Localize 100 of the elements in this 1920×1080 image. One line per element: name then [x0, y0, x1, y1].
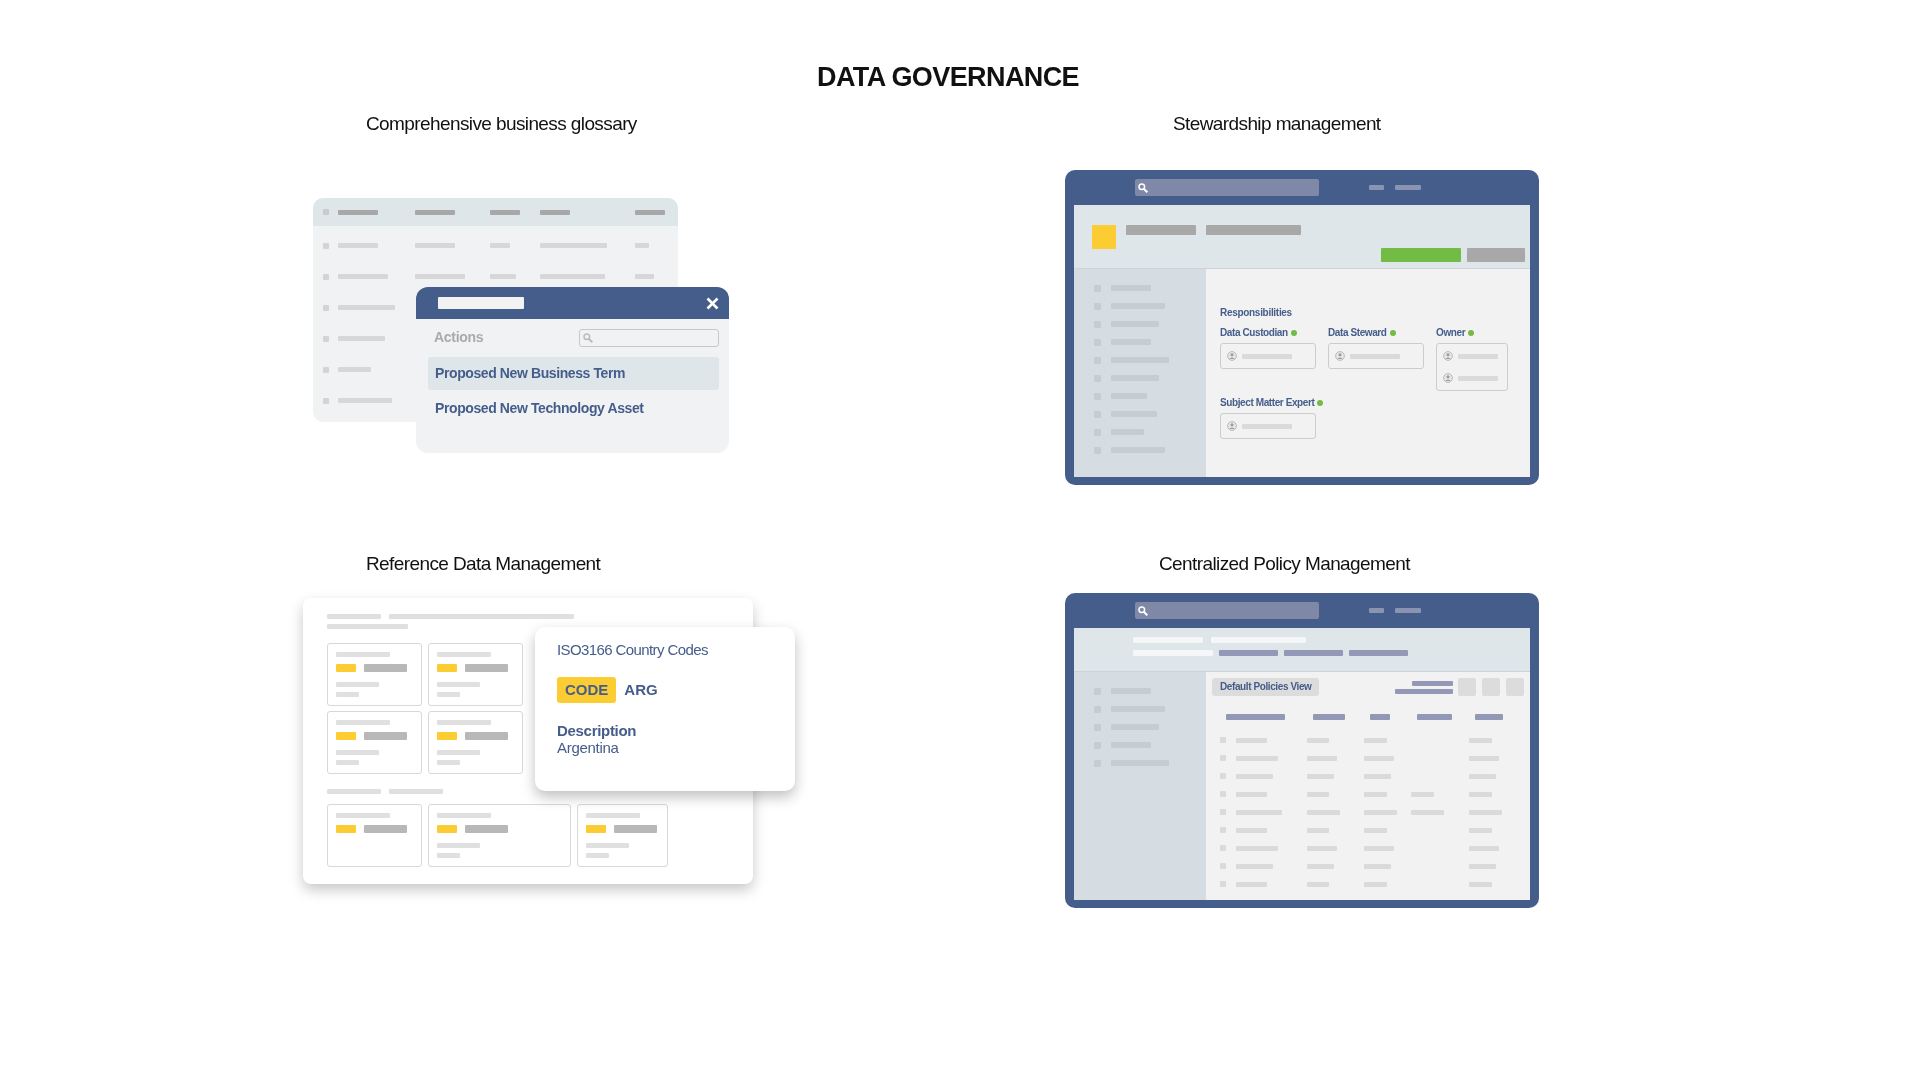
placeholder-bar — [1369, 608, 1384, 613]
placeholder-bar — [1369, 185, 1384, 190]
placeholder-bar — [614, 825, 657, 833]
placeholder-bar — [490, 209, 520, 215]
list-bullet — [323, 242, 329, 249]
action-bar — [1467, 248, 1525, 262]
status-dot — [1290, 330, 1297, 336]
placeholder-bar — [1236, 791, 1267, 797]
placeholder-bar — [490, 274, 516, 279]
placeholder-bar — [1364, 737, 1387, 743]
user-icon — [1335, 351, 1345, 361]
placeholder-bar — [586, 843, 629, 848]
placeholder-bar — [1469, 809, 1502, 815]
placeholder-bar — [586, 813, 640, 818]
role-label: Data Steward — [1328, 327, 1387, 339]
placeholder-bar — [338, 336, 385, 341]
placeholder-bar — [1307, 881, 1329, 887]
column-header-bar — [1226, 714, 1285, 720]
search-field[interactable] — [579, 328, 719, 347]
placeholder-bar — [1364, 791, 1387, 797]
placeholder-bar — [1307, 755, 1337, 761]
menu-item[interactable]: Proposed New Technology Asset — [428, 392, 719, 425]
placeholder-bar — [437, 720, 491, 725]
placeholder-bar — [338, 367, 371, 372]
placeholder-bar — [1236, 755, 1278, 761]
placeholder-bar — [338, 274, 388, 279]
placeholder-bar — [437, 853, 460, 858]
tag-bar — [437, 732, 457, 740]
placeholder-bar — [336, 682, 379, 687]
list-bullet — [1220, 737, 1226, 743]
placeholder-bar — [1236, 845, 1278, 851]
placeholder-bar — [1350, 353, 1400, 359]
placeholder-bar — [1236, 809, 1282, 815]
status-dot — [1317, 400, 1324, 406]
placeholder-bar — [1458, 375, 1498, 381]
person-field[interactable] — [1436, 343, 1508, 391]
menu-item[interactable]: Proposed New Business Term — [428, 357, 719, 390]
user-icon — [1443, 373, 1453, 383]
actions-label: Actions — [433, 328, 484, 347]
role-label: Subject Matter Expert — [1220, 397, 1315, 409]
placeholder-bar — [540, 243, 607, 248]
placeholder-bar — [1307, 791, 1329, 797]
list-bullet — [1220, 755, 1226, 761]
placeholder-bar — [1219, 650, 1278, 656]
placeholder-bar — [327, 614, 381, 619]
placeholder-bar — [336, 692, 359, 697]
tag-bar — [586, 825, 606, 833]
placeholder-bar — [1469, 881, 1492, 887]
page-title: DATA GOVERNANCE — [816, 61, 1080, 94]
column-header-bar — [1370, 714, 1390, 720]
placeholder-bar — [437, 750, 480, 755]
placeholder-bar — [1284, 650, 1343, 656]
placeholder-bar — [437, 843, 480, 848]
code-tag: CODE — [557, 677, 617, 703]
placeholder-bar — [1307, 737, 1329, 743]
column-header-bar — [1475, 714, 1503, 720]
logo-square — [1092, 225, 1116, 249]
placeholder-bar — [327, 789, 381, 794]
close-button[interactable] — [706, 296, 719, 310]
user-icon — [1443, 351, 1453, 361]
placeholder-bar — [1364, 845, 1394, 851]
list-bullet — [323, 209, 329, 215]
placeholder-bar — [1242, 353, 1292, 359]
tag-bar — [437, 825, 457, 833]
view-selector[interactable]: Default Policies View — [1212, 678, 1320, 696]
search-icon — [583, 332, 593, 343]
list-bullet — [323, 304, 329, 311]
placeholder-bar — [415, 209, 455, 215]
placeholder-bar — [1411, 791, 1434, 797]
search-bar[interactable] — [1135, 602, 1319, 619]
popup-title: ISO3166 Country Codes — [557, 641, 709, 659]
person-field[interactable] — [1220, 343, 1316, 369]
person-field[interactable] — [1328, 343, 1424, 369]
person-field[interactable] — [1220, 413, 1316, 439]
status-dot — [1389, 330, 1396, 336]
section-heading: Reference Data Management — [366, 553, 601, 575]
placeholder-bar — [1349, 650, 1408, 656]
description-label: Description — [557, 723, 638, 739]
list-bullet — [1220, 827, 1226, 833]
placeholder-bar — [1395, 608, 1421, 613]
list-bullet — [1220, 845, 1226, 851]
list-bullet — [1220, 773, 1226, 779]
placeholder-bar — [1395, 688, 1453, 694]
user-icon — [1227, 421, 1237, 431]
placeholder-bar — [1469, 773, 1496, 779]
search-bar[interactable] — [1135, 179, 1319, 196]
placeholder-bar — [1236, 827, 1267, 833]
tag-bar — [336, 664, 356, 672]
code-value: ARG — [624, 681, 658, 699]
placeholder-bar — [1236, 737, 1267, 743]
placeholder-bar — [336, 720, 390, 725]
placeholder-bar — [1242, 423, 1292, 429]
placeholder-bar — [437, 692, 460, 697]
placeholder-bar — [1469, 845, 1499, 851]
role-label: Owner — [1436, 327, 1466, 339]
section-heading: Comprehensive business glossary — [366, 113, 637, 135]
placeholder-bar — [1307, 845, 1337, 851]
placeholder-bar — [586, 853, 609, 858]
placeholder-bar — [1458, 353, 1498, 359]
placeholder-bar — [540, 274, 605, 279]
